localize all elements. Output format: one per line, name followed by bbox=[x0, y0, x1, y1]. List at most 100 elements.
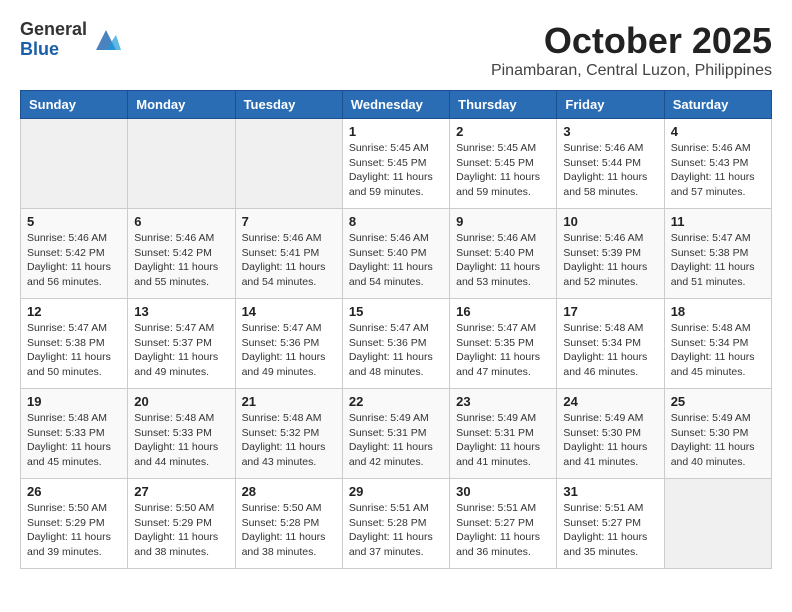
day-number: 8 bbox=[349, 214, 443, 229]
day-number: 2 bbox=[456, 124, 550, 139]
day-number: 18 bbox=[671, 304, 765, 319]
day-number: 10 bbox=[563, 214, 657, 229]
calendar-cell: 3Sunrise: 5:46 AM Sunset: 5:44 PM Daylig… bbox=[557, 119, 664, 209]
cell-info: Sunrise: 5:46 AM Sunset: 5:43 PM Dayligh… bbox=[671, 141, 765, 200]
calendar-cell: 13 Sunrise: 5:47 AM Sunset: 5:37 PM Dayli… bbox=[128, 299, 235, 389]
day-number: 19 bbox=[27, 394, 121, 409]
cell-info: Sunrise: 5:46 AM Sunset: 5:41 PM Dayligh… bbox=[242, 231, 336, 290]
day-number: 11 bbox=[671, 214, 765, 229]
cell-info: Sunrise: 5:46 AM Sunset: 5:42 PM Dayligh… bbox=[134, 231, 228, 290]
cell-info: Sunrise: 5:46 AM Sunset: 5:42 PM Dayligh… bbox=[27, 231, 121, 290]
calendar-cell: 26Sunrise: 5:50 AM Sunset: 5:29 PM Dayli… bbox=[21, 479, 128, 569]
weekday-header-thursday: Thursday bbox=[450, 91, 557, 119]
calendar-cell bbox=[128, 119, 235, 209]
cell-info: Sunrise: 5:47 AM Sunset: 5:38 PM Dayligh… bbox=[27, 321, 121, 380]
cell-info: Sunrise: 5:50 AM Sunset: 5:29 PM Dayligh… bbox=[134, 501, 228, 560]
calendar-cell: 31Sunrise: 5:51 AM Sunset: 5:27 PM Dayli… bbox=[557, 479, 664, 569]
cell-info: Sunrise: 5:49 AM Sunset: 5:31 PM Dayligh… bbox=[456, 411, 550, 470]
calendar-cell: 12 Sunrise: 5:47 AM Sunset: 5:38 PM Dayli… bbox=[21, 299, 128, 389]
cell-info: Sunrise: 5:48 AM Sunset: 5:34 PM Dayligh… bbox=[671, 321, 765, 380]
day-number: 22 bbox=[349, 394, 443, 409]
calendar-week-1: 1 Sunrise: 5:45 AM Sunset: 5:45 PM Daylig… bbox=[21, 119, 772, 209]
calendar-cell: 6Sunrise: 5:46 AM Sunset: 5:42 PM Daylig… bbox=[128, 209, 235, 299]
cell-info: Sunrise: 5:46 AM Sunset: 5:40 PM Dayligh… bbox=[349, 231, 443, 290]
calendar-cell: 11 Sunrise: 5:47 AM Sunset: 5:38 PM Dayli… bbox=[664, 209, 771, 299]
day-number: 30 bbox=[456, 484, 550, 499]
logo: General Blue bbox=[20, 20, 121, 60]
weekday-header-monday: Monday bbox=[128, 91, 235, 119]
day-number: 5 bbox=[27, 214, 121, 229]
day-number: 1 bbox=[349, 124, 443, 139]
day-number: 17 bbox=[563, 304, 657, 319]
calendar-cell: 28 Sunrise: 5:50 AM Sunset: 5:28 PM Dayli… bbox=[235, 479, 342, 569]
calendar-cell: 17 Sunrise: 5:48 AM Sunset: 5:34 PM Dayli… bbox=[557, 299, 664, 389]
day-number: 21 bbox=[242, 394, 336, 409]
cell-info: Sunrise: 5:49 AM Sunset: 5:30 PM Dayligh… bbox=[671, 411, 765, 470]
calendar-cell: 1 Sunrise: 5:45 AM Sunset: 5:45 PM Daylig… bbox=[342, 119, 449, 209]
day-number: 4 bbox=[671, 124, 765, 139]
cell-info: Sunrise: 5:51 AM Sunset: 5:28 PM Dayligh… bbox=[349, 501, 443, 560]
day-number: 9 bbox=[456, 214, 550, 229]
calendar-cell: 7 Sunrise: 5:46 AM Sunset: 5:41 PM Daylig… bbox=[235, 209, 342, 299]
calendar-cell: 19 Sunrise: 5:48 AM Sunset: 5:33 PM Dayli… bbox=[21, 389, 128, 479]
cell-info: Sunrise: 5:49 AM Sunset: 5:31 PM Dayligh… bbox=[349, 411, 443, 470]
calendar-cell: 8 Sunrise: 5:46 AM Sunset: 5:40 PM Daylig… bbox=[342, 209, 449, 299]
calendar-cell: 23Sunrise: 5:49 AM Sunset: 5:31 PM Dayli… bbox=[450, 389, 557, 479]
day-number: 16 bbox=[456, 304, 550, 319]
calendar-cell: 4 Sunrise: 5:46 AM Sunset: 5:43 PM Daylig… bbox=[664, 119, 771, 209]
cell-info: Sunrise: 5:47 AM Sunset: 5:36 PM Dayligh… bbox=[349, 321, 443, 380]
weekday-header-wednesday: Wednesday bbox=[342, 91, 449, 119]
cell-info: Sunrise: 5:48 AM Sunset: 5:33 PM Dayligh… bbox=[27, 411, 121, 470]
cell-info: Sunrise: 5:51 AM Sunset: 5:27 PM Dayligh… bbox=[456, 501, 550, 560]
weekday-header-sunday: Sunday bbox=[21, 91, 128, 119]
calendar-cell: 9 Sunrise: 5:46 AM Sunset: 5:40 PM Daylig… bbox=[450, 209, 557, 299]
cell-info: Sunrise: 5:48 AM Sunset: 5:34 PM Dayligh… bbox=[563, 321, 657, 380]
logo-general: General bbox=[20, 20, 87, 40]
calendar-cell: 16 Sunrise: 5:47 AM Sunset: 5:35 PM Dayli… bbox=[450, 299, 557, 389]
weekday-header-friday: Friday bbox=[557, 91, 664, 119]
cell-info: Sunrise: 5:51 AM Sunset: 5:27 PM Dayligh… bbox=[563, 501, 657, 560]
calendar-cell: 21 Sunrise: 5:48 AM Sunset: 5:32 PM Dayli… bbox=[235, 389, 342, 479]
day-number: 3 bbox=[563, 124, 657, 139]
calendar-cell: 2 Sunrise: 5:45 AM Sunset: 5:45 PM Daylig… bbox=[450, 119, 557, 209]
day-number: 26 bbox=[27, 484, 121, 499]
calendar-cell: 14Sunrise: 5:47 AM Sunset: 5:36 PM Dayli… bbox=[235, 299, 342, 389]
day-number: 13 bbox=[134, 304, 228, 319]
calendar-cell: 22 Sunrise: 5:49 AM Sunset: 5:31 PM Dayli… bbox=[342, 389, 449, 479]
calendar-cell: 20 Sunrise: 5:48 AM Sunset: 5:33 PM Dayli… bbox=[128, 389, 235, 479]
day-number: 7 bbox=[242, 214, 336, 229]
day-number: 15 bbox=[349, 304, 443, 319]
cell-info: Sunrise: 5:45 AM Sunset: 5:45 PM Dayligh… bbox=[349, 141, 443, 200]
cell-info: Sunrise: 5:50 AM Sunset: 5:28 PM Dayligh… bbox=[242, 501, 336, 560]
cell-info: Sunrise: 5:47 AM Sunset: 5:38 PM Dayligh… bbox=[671, 231, 765, 290]
title-block: October 2025 Pinambaran, Central Luzon, … bbox=[491, 20, 772, 80]
cell-info: Sunrise: 5:49 AM Sunset: 5:30 PM Dayligh… bbox=[563, 411, 657, 470]
cell-info: Sunrise: 5:45 AM Sunset: 5:45 PM Dayligh… bbox=[456, 141, 550, 200]
weekday-header-saturday: Saturday bbox=[664, 91, 771, 119]
cell-info: Sunrise: 5:48 AM Sunset: 5:32 PM Dayligh… bbox=[242, 411, 336, 470]
calendar-cell: 15 Sunrise: 5:47 AM Sunset: 5:36 PM Dayli… bbox=[342, 299, 449, 389]
calendar-week-4: 19 Sunrise: 5:48 AM Sunset: 5:33 PM Dayli… bbox=[21, 389, 772, 479]
month-title: October 2025 bbox=[491, 20, 772, 62]
cell-info: Sunrise: 5:47 AM Sunset: 5:37 PM Dayligh… bbox=[134, 321, 228, 380]
logo-blue: Blue bbox=[20, 40, 87, 60]
calendar-week-2: 5 Sunrise: 5:46 AM Sunset: 5:42 PM Daylig… bbox=[21, 209, 772, 299]
location-title: Pinambaran, Central Luzon, Philippines bbox=[491, 62, 772, 80]
calendar-cell: 27Sunrise: 5:50 AM Sunset: 5:29 PM Dayli… bbox=[128, 479, 235, 569]
cell-info: Sunrise: 5:47 AM Sunset: 5:36 PM Dayligh… bbox=[242, 321, 336, 380]
day-number: 20 bbox=[134, 394, 228, 409]
day-number: 12 bbox=[27, 304, 121, 319]
day-number: 28 bbox=[242, 484, 336, 499]
logo-icon bbox=[91, 25, 121, 55]
cell-info: Sunrise: 5:46 AM Sunset: 5:40 PM Dayligh… bbox=[456, 231, 550, 290]
cell-info: Sunrise: 5:47 AM Sunset: 5:35 PM Dayligh… bbox=[456, 321, 550, 380]
calendar-week-3: 12 Sunrise: 5:47 AM Sunset: 5:38 PM Dayli… bbox=[21, 299, 772, 389]
calendar-cell: 29 Sunrise: 5:51 AM Sunset: 5:28 PM Dayli… bbox=[342, 479, 449, 569]
day-number: 24 bbox=[563, 394, 657, 409]
day-number: 25 bbox=[671, 394, 765, 409]
cell-info: Sunrise: 5:48 AM Sunset: 5:33 PM Dayligh… bbox=[134, 411, 228, 470]
calendar-cell: 5 Sunrise: 5:46 AM Sunset: 5:42 PM Daylig… bbox=[21, 209, 128, 299]
calendar-cell bbox=[21, 119, 128, 209]
calendar-cell: 10Sunrise: 5:46 AM Sunset: 5:39 PM Dayli… bbox=[557, 209, 664, 299]
day-number: 29 bbox=[349, 484, 443, 499]
